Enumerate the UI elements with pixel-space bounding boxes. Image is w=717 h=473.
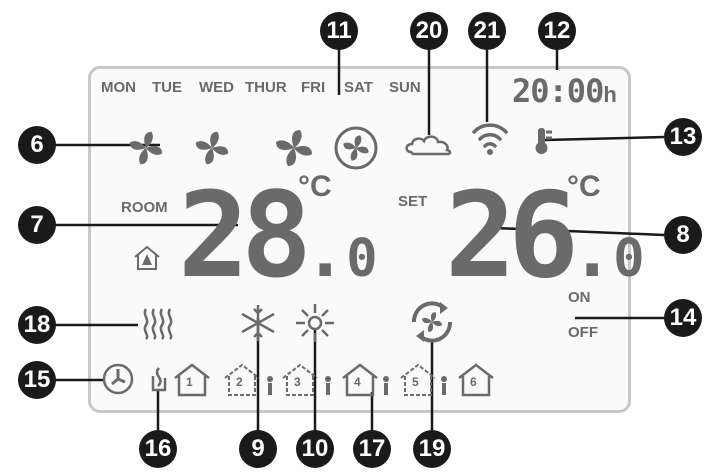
- floor-heating-icon: [143, 308, 173, 340]
- leader-13: [544, 135, 665, 142]
- day-thur: THUR: [245, 79, 287, 96]
- fan-low-icon: [129, 131, 163, 165]
- set-temp-unit: °C: [567, 170, 601, 203]
- set-temperature: 26.0: [445, 166, 645, 304]
- set-temp-decimal: 0: [613, 229, 645, 289]
- callout-15: 15: [18, 361, 56, 399]
- clock-time: 20:00: [512, 72, 604, 110]
- timer-icon: [102, 363, 134, 395]
- fan-auto-icon: [343, 135, 369, 161]
- callout-14: 14: [664, 299, 702, 337]
- home-alert-icon: [134, 245, 160, 270]
- callout-21: 21: [468, 12, 506, 50]
- fan-high-icon: [276, 130, 312, 166]
- program-2-label: 2: [236, 375, 243, 389]
- callout-12: 12: [538, 12, 576, 50]
- callout-11: 11: [320, 12, 358, 50]
- day-tue: TUE: [152, 79, 182, 96]
- callout-9: 9: [239, 430, 277, 468]
- callout-17: 17: [353, 430, 391, 468]
- wifi-icon: [472, 123, 508, 155]
- callout-16: 16: [139, 430, 177, 468]
- program-1-label: 1: [186, 375, 193, 389]
- clock-display: 20:00h: [512, 72, 617, 110]
- fan-medium-icon: [195, 131, 229, 165]
- callout-20: 20: [410, 12, 448, 50]
- set-temp-value: 26: [445, 166, 579, 304]
- off-label: OFF: [568, 324, 598, 341]
- callout-8: 8: [664, 216, 702, 254]
- on-label: ON: [568, 289, 591, 306]
- clock-unit: h: [603, 82, 616, 107]
- day-fri: FRI: [301, 79, 326, 96]
- callout-13: 13: [664, 118, 702, 156]
- callout-18: 18: [18, 306, 56, 344]
- room-temp-decimal: 0: [346, 229, 378, 289]
- callout-6: 6: [18, 126, 56, 164]
- room-temperature: 28.0: [178, 166, 378, 304]
- sun-icon: [296, 304, 334, 342]
- manual-mode-icon: [151, 367, 167, 392]
- day-sun: SUN: [389, 79, 421, 96]
- room-temp-unit: °C: [298, 170, 332, 203]
- callout-19: 19: [413, 430, 451, 468]
- snowflake-icon: [241, 305, 275, 341]
- set-label: SET: [398, 193, 428, 210]
- cloud-icon: [405, 135, 452, 156]
- day-sat: SAT: [344, 79, 373, 96]
- callout-7: 7: [18, 206, 56, 244]
- day-wed: WED: [199, 79, 234, 96]
- room-temp-value: 28: [178, 166, 312, 304]
- external-sensor-icon: [535, 128, 552, 154]
- person-icons: [267, 376, 447, 395]
- callout-10: 10: [296, 430, 334, 468]
- day-mon: MON: [101, 79, 136, 96]
- room-label: ROOM: [121, 199, 168, 216]
- ventilation-cycle-icon: [411, 301, 453, 343]
